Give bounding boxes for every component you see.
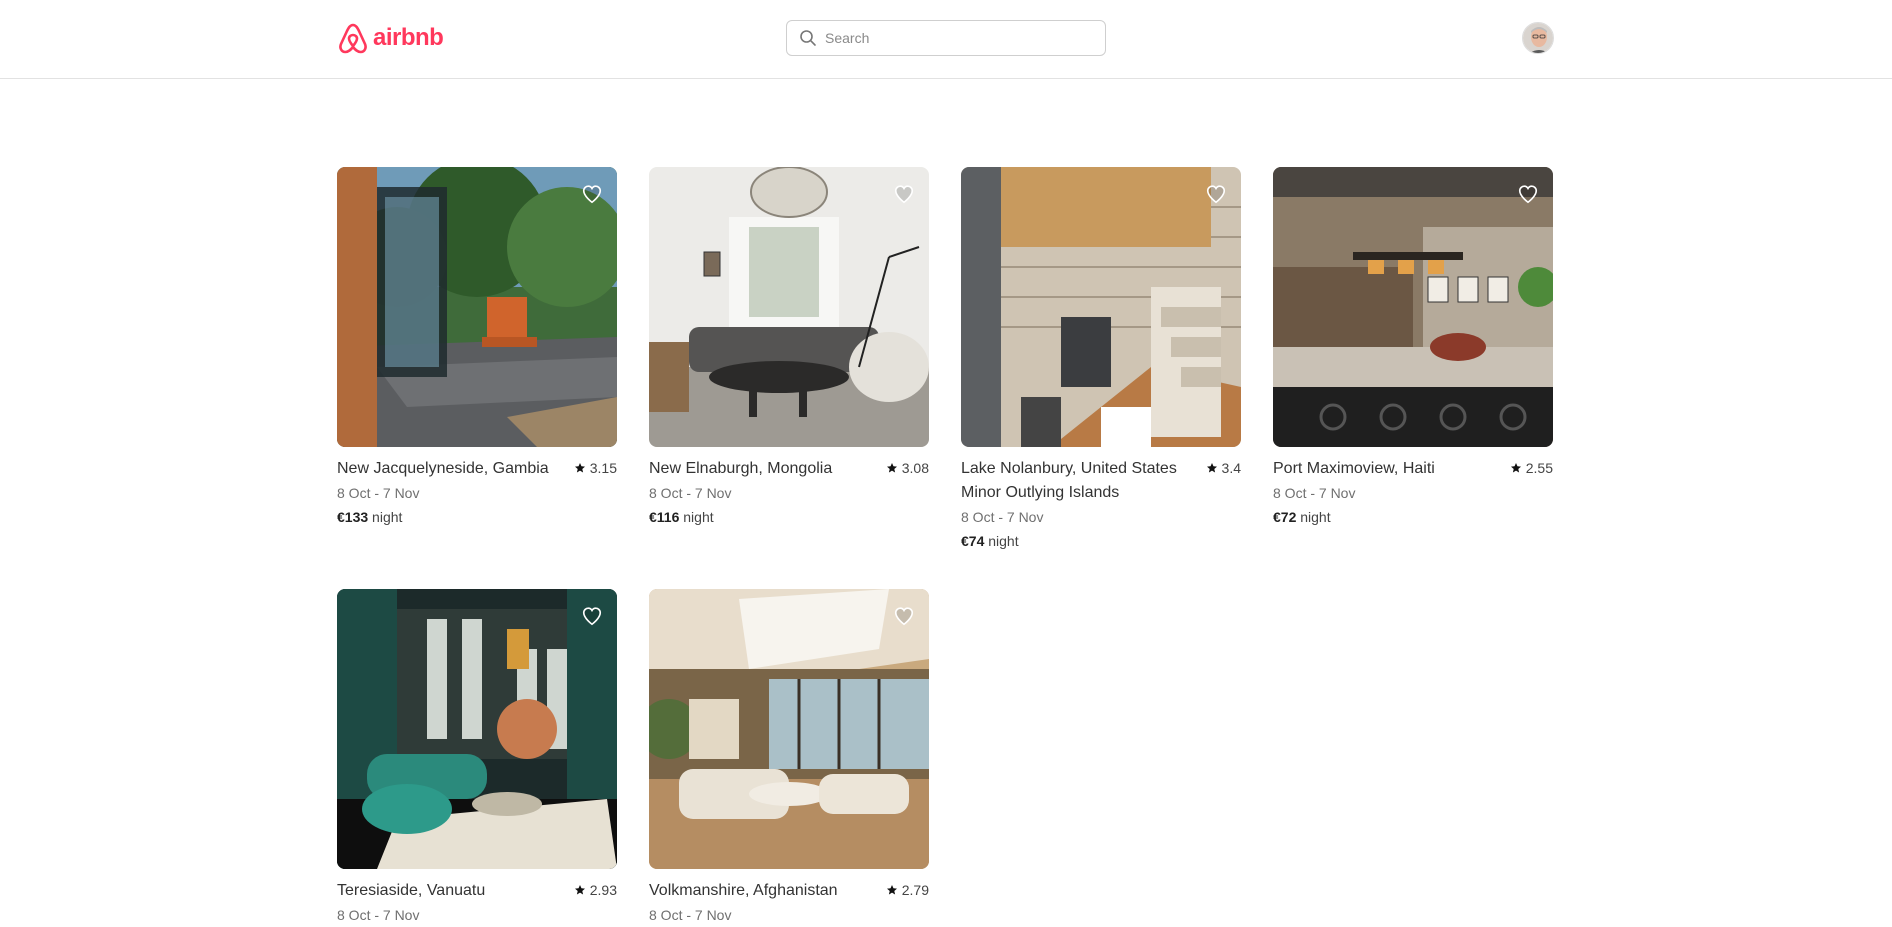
rating-value: 2.93 (589, 882, 617, 898)
brand-logo[interactable]: airbnb (337, 20, 444, 56)
listing-price: €74 night (961, 529, 1241, 553)
listing-rating: 3.08 (886, 457, 929, 479)
star-icon (886, 463, 897, 473)
listing-dates: 8 Oct - 7 Nov (961, 509, 1044, 525)
price-amount: €116 (649, 509, 680, 525)
listing-photo[interactable] (649, 589, 929, 869)
listing-rating: 3.15 (574, 457, 617, 479)
listing-rating: 3.4 (1206, 457, 1241, 479)
listing-price: €72 night (1273, 505, 1553, 529)
price-unit: night (988, 533, 1019, 549)
listing-location: Teresiaside, Vanuatu (337, 882, 486, 899)
listing-meta: Port Maximoview, Haiti 2.55 8 Oct - 7 No… (1273, 447, 1553, 529)
user-avatar[interactable] (1522, 22, 1554, 54)
listing-photo[interactable] (337, 167, 617, 447)
top-header: airbnb (0, 0, 1892, 79)
price-amount: €72 (1273, 509, 1297, 525)
airbnb-logo-icon (339, 23, 367, 54)
listing-dates: 8 Oct - 7 Nov (337, 907, 420, 923)
listing-photo[interactable] (649, 167, 929, 447)
brand-name: airbnb (373, 24, 444, 51)
listing-meta: New Elnaburgh, Mongolia 3.08 8 Oct - 7 N… (649, 447, 929, 529)
heart-icon[interactable] (581, 183, 603, 205)
listing-location: Lake Nolanbury, United States Minor Outl… (961, 460, 1177, 501)
listing-meta: Lake Nolanbury, United States Minor Outl… (961, 447, 1241, 553)
listing-image (961, 167, 1241, 447)
rating-value: 2.55 (1525, 460, 1553, 476)
listing-location: Volkmanshire, Afghanistan (649, 882, 838, 899)
avatar-image (1523, 23, 1553, 53)
star-icon (574, 463, 585, 473)
listing-rating: 2.93 (574, 879, 617, 901)
listing-card[interactable]: Lake Nolanbury, United States Minor Outl… (961, 167, 1241, 553)
listing-price: €116 night (649, 505, 929, 529)
listing-image (649, 589, 929, 869)
listing-card[interactable]: Teresiaside, Vanuatu 2.93 8 Oct - 7 Nov (337, 589, 617, 927)
heart-icon[interactable] (1517, 183, 1539, 205)
listing-dates: 8 Oct - 7 Nov (337, 485, 420, 501)
listing-dates: 8 Oct - 7 Nov (1273, 485, 1356, 501)
star-icon (1510, 463, 1521, 473)
listing-location: New Elnaburgh, Mongolia (649, 460, 833, 477)
price-unit: night (683, 509, 714, 525)
listing-dates: 8 Oct - 7 Nov (649, 485, 732, 501)
rating-value: 2.79 (901, 882, 929, 898)
listing-card[interactable]: New Jacquelyneside, Gambia 3.15 8 Oct - … (337, 167, 617, 529)
listing-card[interactable]: New Elnaburgh, Mongolia 3.08 8 Oct - 7 N… (649, 167, 929, 529)
heart-icon[interactable] (1205, 183, 1227, 205)
star-icon (1206, 463, 1217, 473)
price-unit: night (1300, 509, 1331, 525)
listing-meta: New Jacquelyneside, Gambia 3.15 8 Oct - … (337, 447, 617, 529)
price-amount: €133 (337, 509, 369, 525)
star-icon (574, 885, 585, 895)
listing-meta: Teresiaside, Vanuatu 2.93 8 Oct - 7 Nov (337, 869, 617, 927)
price-amount: €74 (961, 533, 985, 549)
listing-photo[interactable] (337, 589, 617, 869)
listing-meta: Volkmanshire, Afghanistan 2.79 8 Oct - 7… (649, 869, 929, 927)
listing-rating: 2.55 (1510, 457, 1553, 479)
search-input[interactable] (825, 30, 1095, 46)
listing-price: €133 night (337, 505, 617, 529)
search-bar[interactable] (786, 20, 1106, 56)
rating-value: 3.15 (589, 460, 617, 476)
search-icon (800, 30, 816, 46)
listing-rating: 2.79 (886, 879, 929, 901)
heart-icon[interactable] (893, 605, 915, 627)
rating-value: 3.08 (901, 460, 929, 476)
star-icon (886, 885, 897, 895)
heart-icon[interactable] (581, 605, 603, 627)
listing-location: New Jacquelyneside, Gambia (337, 460, 549, 477)
listing-image (337, 589, 617, 869)
listing-image (649, 167, 929, 447)
listing-image (1273, 167, 1553, 447)
listing-photo[interactable] (961, 167, 1241, 447)
listing-card[interactable]: Port Maximoview, Haiti 2.55 8 Oct - 7 No… (1273, 167, 1553, 529)
rating-value: 3.4 (1221, 460, 1241, 476)
price-unit: night (372, 509, 403, 525)
listing-image (337, 167, 617, 447)
listing-dates: 8 Oct - 7 Nov (649, 907, 732, 923)
listing-card[interactable]: Volkmanshire, Afghanistan 2.79 8 Oct - 7… (649, 589, 929, 927)
heart-icon[interactable] (893, 183, 915, 205)
listing-photo[interactable] (1273, 167, 1553, 447)
listing-location: Port Maximoview, Haiti (1273, 460, 1435, 477)
